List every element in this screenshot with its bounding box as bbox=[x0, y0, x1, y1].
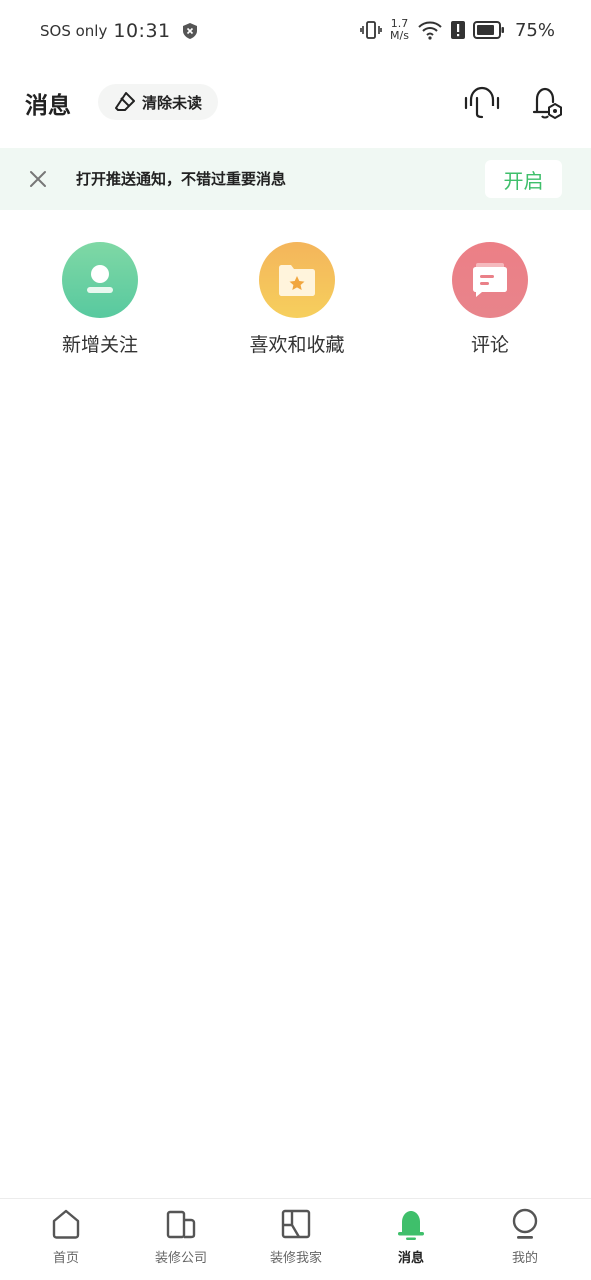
message-categories: 新增关注 喜欢和收藏 评论 bbox=[0, 242, 591, 362]
entry-label: 评论 bbox=[470, 334, 509, 356]
person-icon bbox=[62, 242, 138, 318]
folder-star-icon bbox=[259, 242, 335, 318]
page-title: 消息 bbox=[25, 93, 71, 119]
company-icon bbox=[166, 1210, 196, 1239]
clear-unread-button[interactable]: 清除未读 bbox=[98, 84, 219, 120]
profile-icon bbox=[512, 1208, 538, 1239]
nav-label: 首页 bbox=[52, 1251, 79, 1266]
nav-label: 我的 bbox=[511, 1251, 538, 1266]
status-bar: SOS only 10:31 1.7 M/s 75% bbox=[0, 0, 591, 66]
vibrate-icon bbox=[360, 21, 382, 39]
bell-icon bbox=[398, 1211, 424, 1240]
status-left: SOS only 10:31 bbox=[40, 20, 197, 42]
wifi-icon bbox=[418, 21, 442, 40]
nav-label: 消息 bbox=[397, 1251, 424, 1266]
headset-icon[interactable] bbox=[463, 84, 501, 122]
home-icon bbox=[52, 1209, 80, 1239]
entry-label: 喜欢和收藏 bbox=[249, 334, 345, 356]
nav-home[interactable]: 首页 bbox=[7, 1207, 125, 1266]
enable-push-button[interactable]: 开启 bbox=[485, 160, 562, 198]
header: 消息 清除未读 bbox=[0, 74, 591, 130]
nav-decoration-company[interactable]: 装修公司 bbox=[122, 1207, 240, 1266]
entry-new-followers[interactable]: 新增关注 bbox=[30, 242, 170, 357]
entry-comments[interactable]: 评论 bbox=[420, 242, 560, 357]
clock: 10:31 bbox=[113, 20, 171, 42]
nav-profile[interactable]: 我的 bbox=[466, 1207, 584, 1266]
banner-message: 打开推送通知，不错过重要消息 bbox=[76, 170, 287, 188]
nav-label: 装修我家 bbox=[269, 1251, 322, 1266]
shield-icon bbox=[182, 23, 197, 39]
clear-unread-label: 清除未读 bbox=[142, 93, 203, 112]
close-icon[interactable] bbox=[26, 167, 50, 191]
entry-label: 新增关注 bbox=[61, 334, 138, 356]
house-plan-icon bbox=[281, 1209, 311, 1239]
battery-icon bbox=[472, 21, 504, 39]
alert-icon bbox=[450, 21, 465, 39]
eraser-icon bbox=[115, 92, 135, 111]
nav-label: 装修公司 bbox=[154, 1251, 207, 1266]
nav-messages[interactable]: 消息 bbox=[352, 1207, 470, 1266]
push-notification-banner: 打开推送通知，不错过重要消息 开启 bbox=[0, 148, 591, 210]
speed-unit: M/s bbox=[390, 29, 409, 42]
entry-likes-favorites[interactable]: 喜欢和收藏 bbox=[227, 242, 367, 357]
nav-decorate-my-home[interactable]: 装修我家 bbox=[237, 1207, 355, 1266]
notification-settings-icon[interactable] bbox=[528, 84, 566, 122]
carrier-text: SOS only bbox=[40, 22, 108, 40]
bottom-navigation: 首页 装修公司 装修我家 消息 我的 bbox=[0, 1198, 591, 1280]
status-right: 1.7 M/s 75% bbox=[360, 18, 555, 42]
network-speed: 1.7 M/s bbox=[390, 18, 409, 42]
comment-icon bbox=[452, 242, 528, 318]
battery-percent: 75% bbox=[514, 19, 555, 41]
